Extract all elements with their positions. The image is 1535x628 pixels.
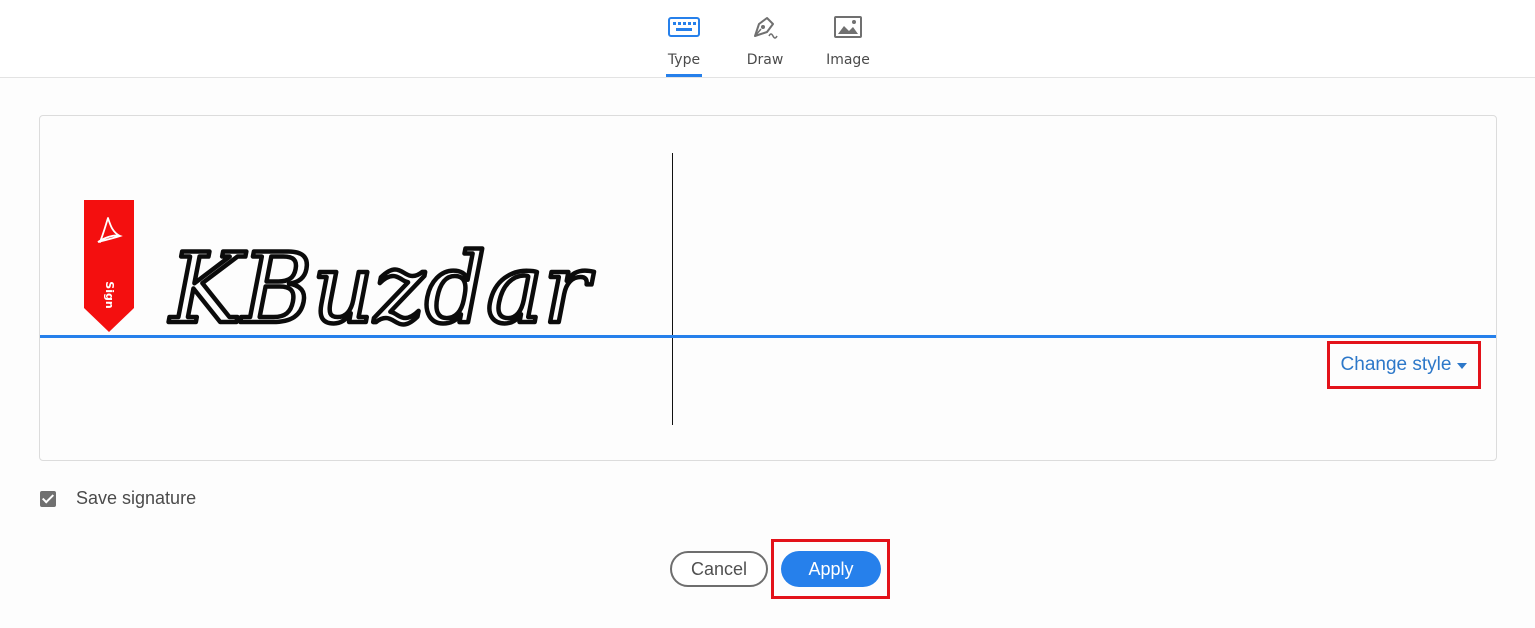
- signature-baseline: [40, 335, 1496, 338]
- tab-draw-label: Draw: [746, 52, 784, 68]
- save-signature-checkbox[interactable]: [40, 490, 56, 507]
- save-signature-option: Save signature: [40, 488, 196, 509]
- tab-image[interactable]: Image: [824, 12, 872, 77]
- pen-icon: [754, 17, 778, 39]
- sign-tag-label: Sign: [103, 281, 116, 309]
- image-icon: [834, 16, 862, 38]
- save-signature-label: Save signature: [76, 488, 197, 508]
- signature-input-area[interactable]: Sign KBuzdar Change style: [39, 115, 1497, 461]
- signature-text: KBuzdar: [168, 233, 594, 345]
- change-style-dropdown[interactable]: Change style: [1327, 341, 1481, 389]
- cancel-button[interactable]: Cancel: [670, 551, 768, 587]
- typed-signature: KBuzdar: [166, 231, 597, 348]
- chevron-down-icon: [1457, 363, 1468, 369]
- keyboard-icon: [668, 17, 700, 37]
- tab-draw[interactable]: Draw: [743, 12, 787, 77]
- change-style-label: Change style: [1340, 354, 1452, 375]
- sign-tag-shape: [84, 200, 134, 332]
- tab-type-label: Type: [667, 52, 701, 68]
- tab-type[interactable]: Type: [666, 12, 702, 77]
- text-cursor: [672, 153, 673, 425]
- signature-mode-tabs: Type Draw Image: [0, 0, 1535, 78]
- apply-button[interactable]: Apply: [781, 551, 881, 587]
- tab-image-label: Image: [826, 52, 870, 68]
- sign-tag: Sign: [84, 200, 134, 332]
